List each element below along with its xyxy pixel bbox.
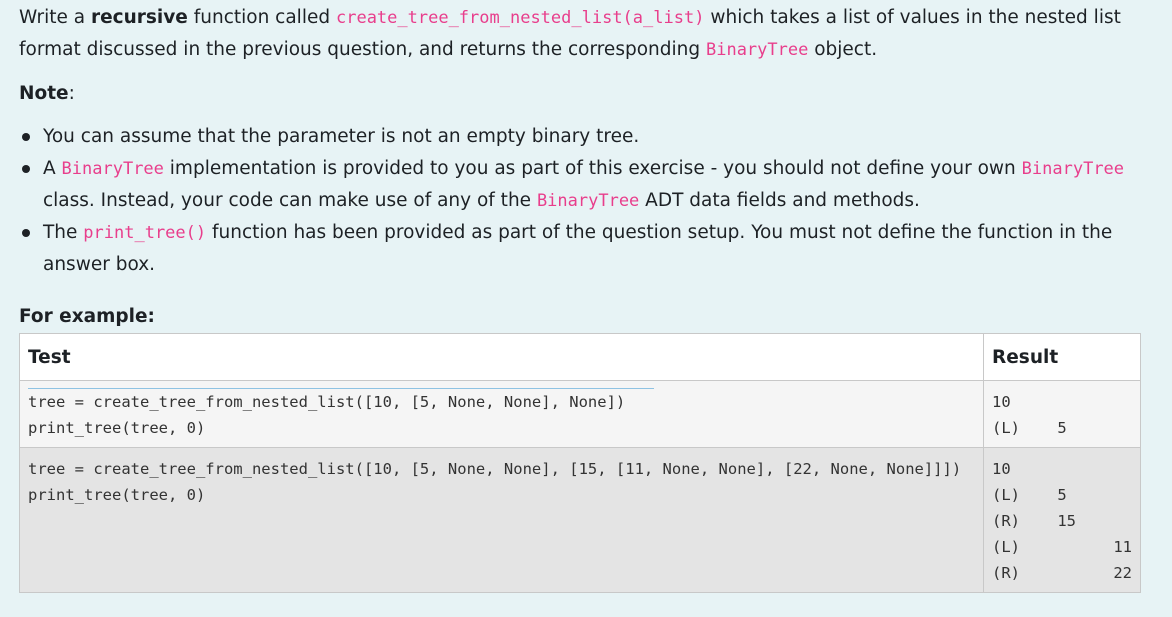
note-label: Note: [19, 83, 69, 104]
print-tree-code: print_tree(): [83, 223, 207, 243]
binarytree-code: BinaryTree: [536, 191, 640, 211]
for-example-heading: For example:: [19, 306, 155, 327]
binarytree-code: BinaryTree: [705, 40, 809, 60]
result-line: (R) 22: [992, 564, 1132, 582]
test-cell[interactable]: tree = create_tree_from_nested_list([10,…: [18, 380, 985, 448]
table-row: tree = create_tree_from_nested_list([10,…: [18, 447, 1141, 593]
result-cell: 10 (L) 5 (R) 15 (L) 11 (R) 22: [983, 447, 1141, 593]
examples-table: Test Result tree = create_tree_from_nest…: [18, 333, 1141, 593]
function-name-code: create_tree_from_nested_list(a_list): [335, 8, 705, 28]
result-line: (R) 15: [992, 512, 1077, 530]
bullet-item: You can assume that the parameter is not…: [19, 121, 1164, 153]
selection-highlight-line: [28, 388, 654, 389]
bullet-text: A: [43, 158, 62, 179]
note-colon: :: [68, 83, 75, 104]
bullet-text: implementation is provided to you as par…: [163, 158, 1022, 179]
test-code-line: tree = create_tree_from_nested_list([10,…: [28, 393, 626, 411]
table-header-row: Test Result: [18, 333, 1141, 381]
question-text: Write a recursive function called create…: [19, 0, 1164, 331]
intro-paragraph: Write a recursive function called create…: [19, 2, 1164, 66]
result-cell: 10 (L) 5: [983, 380, 1141, 448]
table-row: tree = create_tree_from_nested_list([10,…: [18, 380, 1141, 448]
bullet-text: The: [43, 222, 84, 243]
note-heading: Note:: [19, 79, 1164, 109]
bullet-item: The print_tree() function has been provi…: [19, 217, 1164, 281]
test-code-line: tree = create_tree_from_nested_list([10,…: [28, 460, 962, 478]
intro-recursive-bold: recursive: [90, 7, 188, 28]
result-line: (L) 11: [992, 538, 1132, 556]
bullet-text: class. Instead, your code can make use o…: [43, 190, 537, 211]
bullet-dot-icon: [22, 133, 30, 141]
intro-text-4: object.: [808, 39, 878, 60]
test-column-header: Test: [18, 333, 985, 381]
intro-text-2: function called: [187, 7, 336, 28]
result-line: 10: [992, 393, 1011, 411]
result-line: (L) 5: [992, 419, 1067, 437]
binarytree-code: BinaryTree: [1021, 159, 1125, 179]
bullet-item: A BinaryTree implementation is provided …: [19, 153, 1164, 217]
bullet-dot-icon: [22, 229, 30, 237]
result-line: 10: [992, 460, 1011, 478]
test-code-line: print_tree(tree, 0): [28, 486, 206, 504]
bullet-text: ADT data fields and methods.: [639, 190, 920, 211]
binarytree-code: BinaryTree: [61, 159, 164, 179]
result-line: (L) 5: [992, 486, 1067, 504]
result-column-header: Result: [983, 333, 1141, 381]
intro-text-1: Write a: [19, 7, 91, 28]
test-code-line: print_tree(tree, 0): [28, 419, 206, 437]
test-cell[interactable]: tree = create_tree_from_nested_list([10,…: [18, 447, 985, 593]
bullet-dot-icon: [22, 165, 30, 173]
bullet-text: You can assume that the parameter is not…: [43, 126, 640, 147]
note-bullet-list: You can assume that the parameter is not…: [19, 121, 1164, 281]
